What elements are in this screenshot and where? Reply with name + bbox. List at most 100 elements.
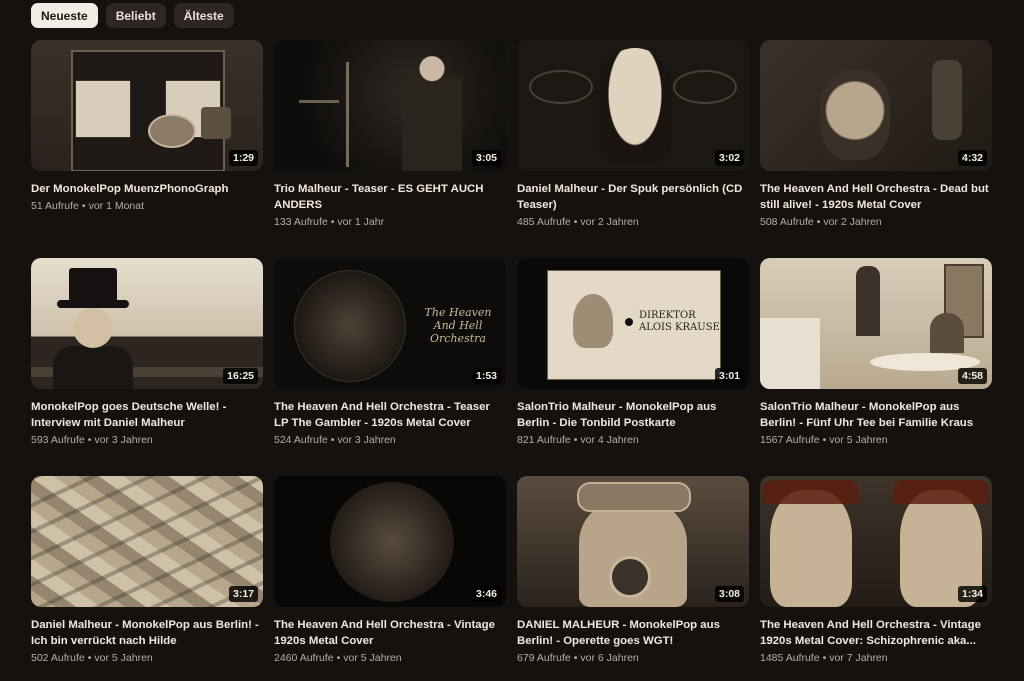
video-meta: 2460 Aufrufe • vor 5 Jahren [274,652,506,664]
video-thumbnail[interactable]: 3:05 [274,40,506,171]
filter-chips: Neueste Beliebt Älteste [31,3,234,28]
video-card[interactable]: 3:08 DANIEL MALHEUR - MonokelPop aus Ber… [517,476,749,681]
view-count: 2460 Aufrufe [274,652,334,664]
video-meta: 1567 Aufrufe • vor 5 Jahren [760,434,992,446]
video-title[interactable]: The Heaven And Hell Orchestra - Vintage … [760,617,992,649]
video-card[interactable]: 3:05 Trio Malheur - Teaser - ES GEHT AUC… [274,40,506,245]
meta-separator: • [330,434,335,446]
video-title[interactable]: DANIEL MALHEUR - MonokelPop aus Berlin! … [517,617,749,649]
view-count: 821 Aufrufe [517,434,571,446]
video-grid: 1:29 Der MonokelPop MuenzPhonoGraph 51 A… [31,40,992,681]
upload-age: vor 6 Jahren [580,652,639,664]
video-card[interactable]: 1:34 The Heaven And Hell Orchestra - Vin… [760,476,992,681]
meta-separator: • [330,216,335,228]
view-count: 133 Aufrufe [274,216,328,228]
video-card[interactable]: The Heaven And Hell Orchestra 1:53 The H… [274,258,506,463]
video-duration: 3:46 [471,586,501,602]
view-count: 593 Aufrufe [31,434,85,446]
upload-age: vor 5 Jahren [829,434,888,446]
view-count: 502 Aufrufe [31,652,85,664]
video-title[interactable]: The Heaven And Hell Orchestra - Dead but… [760,181,992,213]
meta-separator: • [573,652,578,664]
video-duration: 1:34 [957,586,987,602]
meta-separator: • [573,434,578,446]
meta-separator: • [822,434,827,446]
thumbnail-logo-text: The Heaven And Hell Orchestra [424,306,492,345]
video-thumbnail[interactable]: 3:17 [31,476,263,607]
meta-separator: • [336,652,341,664]
view-count: 679 Aufrufe [517,652,571,664]
view-count: 508 Aufrufe [760,216,814,228]
upload-age: vor 2 Jahren [823,216,882,228]
postcard-text: DIREKTOR ALOIS KRAUSE [639,310,720,333]
filter-chip-newest[interactable]: Neueste [31,3,98,28]
video-duration: 1:29 [228,150,258,166]
video-title[interactable]: Trio Malheur - Teaser - ES GEHT AUCH AND… [274,181,506,213]
meta-separator: • [816,216,821,228]
upload-age: vor 7 Jahren [829,652,888,664]
video-card[interactable]: 16:25 MonokelPop goes Deutsche Welle! - … [31,258,263,463]
video-title[interactable]: Daniel Malheur - MonokelPop aus Berlin! … [31,617,263,649]
video-title[interactable]: SalonTrio Malheur - MonokelPop aus Berli… [517,399,749,431]
video-thumbnail[interactable]: 1:29 [31,40,263,171]
video-card[interactable]: 4:58 SalonTrio Malheur - MonokelPop aus … [760,258,992,463]
video-title[interactable]: Daniel Malheur - Der Spuk persönlich (CD… [517,181,749,213]
video-card[interactable]: 3:46 The Heaven And Hell Orchestra - Vin… [274,476,506,681]
video-meta: 485 Aufrufe • vor 2 Jahren [517,216,749,228]
video-duration: 3:02 [714,150,744,166]
filter-chip-popular[interactable]: Beliebt [105,3,166,28]
video-thumbnail[interactable]: 3:02 [517,40,749,171]
video-thumbnail[interactable]: 4:58 [760,258,992,389]
video-thumbnail[interactable]: 3:46 [274,476,506,607]
video-title[interactable]: Der MonokelPop MuenzPhonoGraph [31,181,263,197]
view-count: 51 Aufrufe [31,200,79,212]
upload-age: vor 1 Jahr [337,216,385,228]
upload-age: vor 2 Jahren [580,216,639,228]
video-title[interactable]: The Heaven And Hell Orchestra - Teaser L… [274,399,506,431]
video-duration: 3:08 [714,586,744,602]
video-duration: 3:17 [228,586,258,602]
meta-separator: • [87,434,92,446]
video-meta: 1485 Aufrufe • vor 7 Jahren [760,652,992,664]
upload-age: vor 5 Jahren [94,652,153,664]
video-card[interactable]: 3:17 Daniel Malheur - MonokelPop aus Ber… [31,476,263,681]
video-meta: 821 Aufrufe • vor 4 Jahren [517,434,749,446]
video-meta: 593 Aufrufe • vor 3 Jahren [31,434,263,446]
video-meta: 524 Aufrufe • vor 3 Jahren [274,434,506,446]
video-meta: 502 Aufrufe • vor 5 Jahren [31,652,263,664]
upload-age: vor 4 Jahren [580,434,639,446]
video-meta: 679 Aufrufe • vor 6 Jahren [517,652,749,664]
video-thumbnail[interactable]: 3:08 [517,476,749,607]
video-card[interactable]: 4:32 The Heaven And Hell Orchestra - Dea… [760,40,992,245]
video-card[interactable]: DIREKTOR ALOIS KRAUSE 3:01 SalonTrio Malh… [517,258,749,463]
video-thumbnail[interactable]: 4:32 [760,40,992,171]
video-title[interactable]: SalonTrio Malheur - MonokelPop aus Berli… [760,399,992,431]
view-count: 1485 Aufrufe [760,652,820,664]
upload-age: vor 5 Jahren [343,652,402,664]
video-duration: 4:58 [957,368,987,384]
view-count: 1567 Aufrufe [760,434,820,446]
video-card[interactable]: 3:02 Daniel Malheur - Der Spuk persönlic… [517,40,749,245]
video-duration: 4:32 [957,150,987,166]
video-thumbnail[interactable]: 16:25 [31,258,263,389]
filter-chip-oldest[interactable]: Älteste [173,3,234,28]
view-count: 524 Aufrufe [274,434,328,446]
video-title[interactable]: MonokelPop goes Deutsche Welle! - Interv… [31,399,263,431]
video-thumbnail[interactable]: 1:34 [760,476,992,607]
video-duration: 3:01 [714,368,744,384]
video-thumbnail[interactable]: The Heaven And Hell Orchestra 1:53 [274,258,506,389]
video-duration: 16:25 [223,368,258,384]
video-thumbnail[interactable]: DIREKTOR ALOIS KRAUSE 3:01 [517,258,749,389]
video-title[interactable]: The Heaven And Hell Orchestra - Vintage … [274,617,506,649]
video-meta: 133 Aufrufe • vor 1 Jahr [274,216,506,228]
video-duration: 1:53 [471,368,501,384]
video-meta: 508 Aufrufe • vor 2 Jahren [760,216,992,228]
upload-age: vor 3 Jahren [94,434,153,446]
video-meta: 51 Aufrufe • vor 1 Monat [31,200,263,212]
meta-separator: • [87,652,92,664]
video-card[interactable]: 1:29 Der MonokelPop MuenzPhonoGraph 51 A… [31,40,263,245]
meta-separator: • [573,216,578,228]
upload-age: vor 3 Jahren [337,434,396,446]
upload-age: vor 1 Monat [88,200,145,212]
video-duration: 3:05 [471,150,501,166]
